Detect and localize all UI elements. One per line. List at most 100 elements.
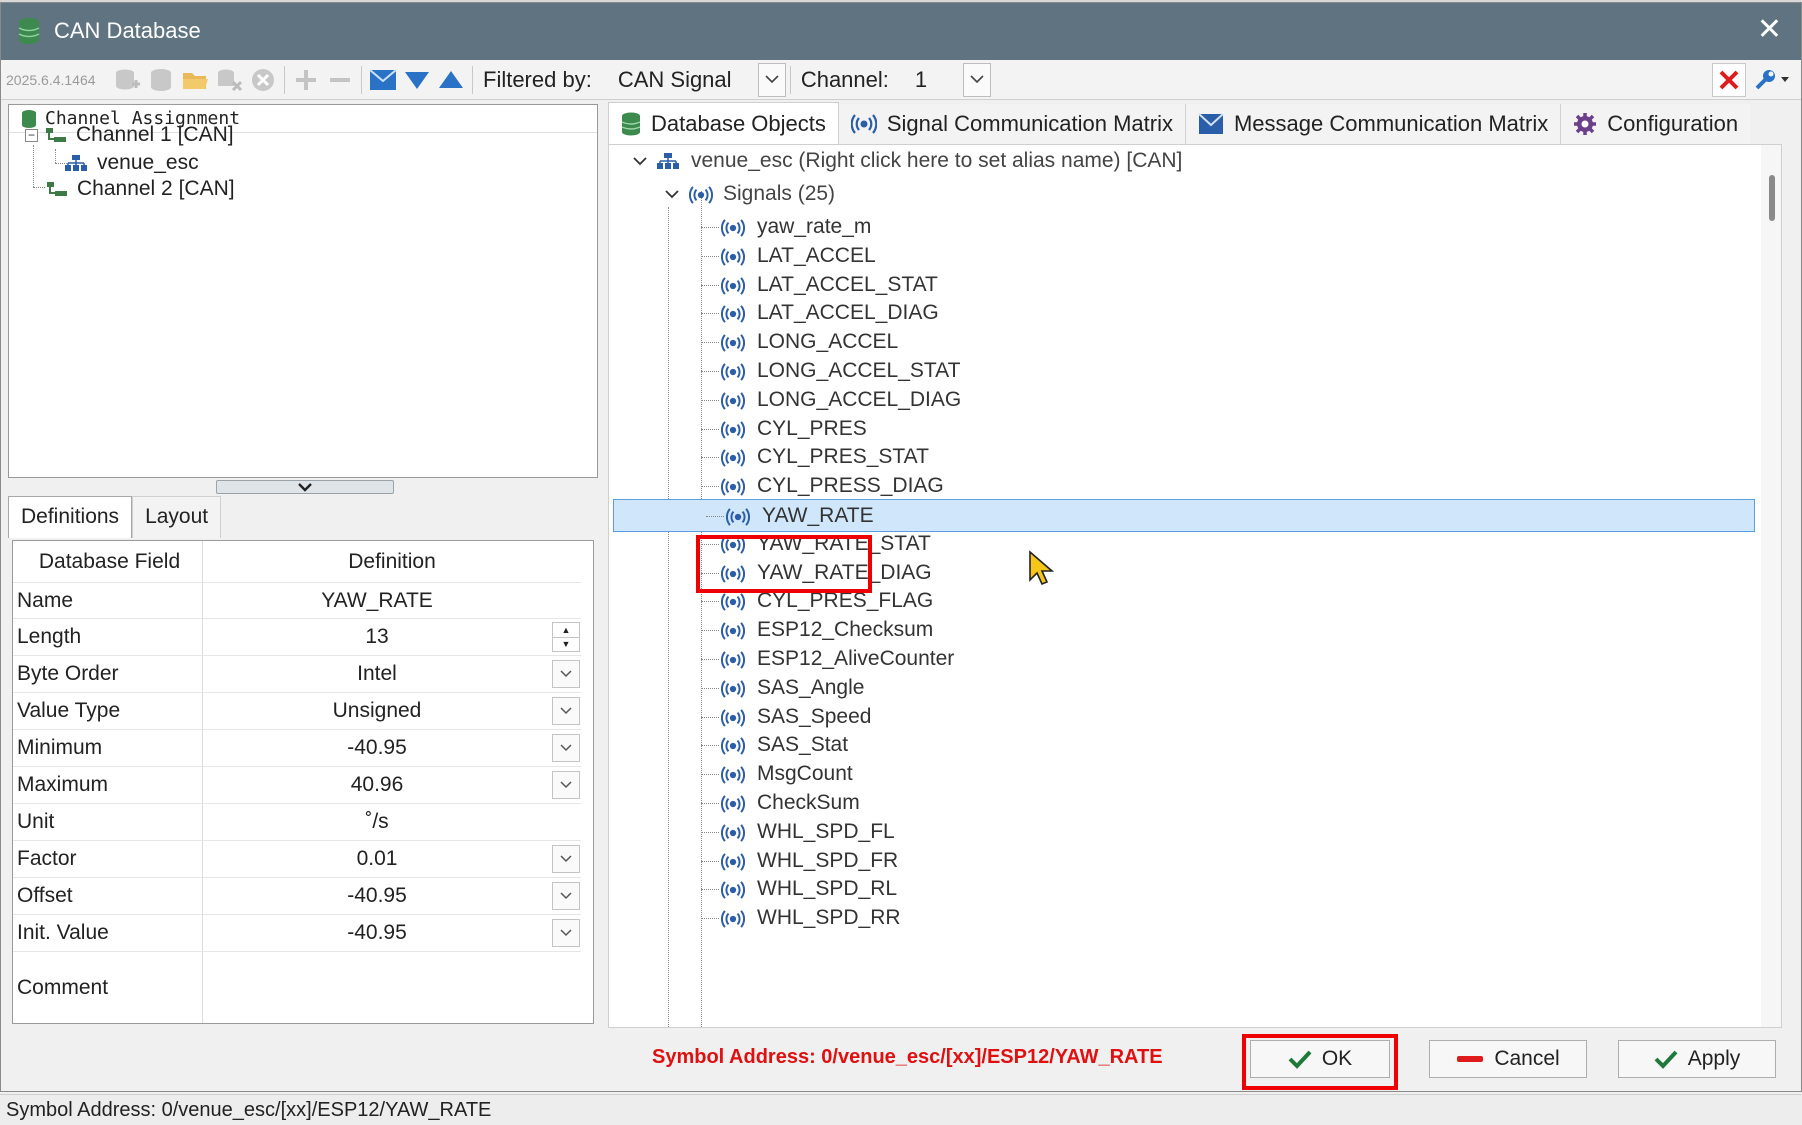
chevron-down-icon[interactable] xyxy=(665,190,679,199)
grid-row-value-type[interactable]: Value Type Unsigned xyxy=(13,693,581,730)
close-window-button[interactable]: ✕ xyxy=(1757,15,1782,45)
tab-layout[interactable]: Layout xyxy=(132,496,222,538)
chevron-down-icon[interactable] xyxy=(552,919,580,947)
signal-item[interactable]: WHL_SPD_RR xyxy=(609,902,1759,935)
tree-item-venue-esc[interactable]: venue_esc xyxy=(65,151,199,175)
signal-icon xyxy=(689,186,713,204)
toolbar-right-group xyxy=(1712,63,1794,97)
remove-database-icon[interactable] xyxy=(212,65,246,95)
panel-splitter-handle[interactable] xyxy=(216,480,394,494)
tab-database-objects[interactable]: Database Objects xyxy=(608,102,839,144)
tree-line xyxy=(33,145,34,187)
field-value[interactable]: ˚/s xyxy=(203,804,551,840)
field-value[interactable]: 0.01 xyxy=(203,841,551,877)
tree-item-channel-1[interactable]: − Channel 1 [CAN] xyxy=(25,123,234,147)
field-value[interactable]: Unsigned xyxy=(203,693,551,729)
grid-row-comment[interactable]: Comment xyxy=(13,952,581,1023)
tab-definitions[interactable]: Definitions xyxy=(8,496,133,538)
grid-row-length[interactable]: Length 13 ▲ ▼ xyxy=(13,619,581,656)
field-value[interactable]: 13 xyxy=(203,619,551,655)
tab-message-communication-matrix[interactable]: Message Communication Matrix xyxy=(1185,104,1562,144)
signal-label: ESP12_Checksum xyxy=(757,618,934,642)
signal-label: LONG_ACCEL_STAT xyxy=(757,359,961,382)
envelope-icon[interactable] xyxy=(366,65,400,95)
grid-row-byte-order[interactable]: Byte Order Intel xyxy=(13,656,581,693)
check-icon xyxy=(1654,1050,1678,1069)
tree-line xyxy=(701,630,719,632)
vertical-scrollbar[interactable] xyxy=(1761,145,1781,1027)
add-database-icon[interactable] xyxy=(110,65,144,95)
grid-row-name[interactable]: Name YAW_RATE xyxy=(13,583,581,619)
chevron-down-icon[interactable] xyxy=(552,734,580,762)
clear-filter-button[interactable] xyxy=(1712,63,1746,97)
field-value[interactable]: 40.96 xyxy=(203,767,551,803)
tree-line xyxy=(701,601,719,603)
tab-label: Message Communication Matrix xyxy=(1233,111,1549,136)
length-spinner[interactable]: ▲ ▼ xyxy=(552,622,580,652)
apply-button[interactable]: Apply xyxy=(1618,1040,1776,1078)
signal-label: CYL_PRES_STAT xyxy=(757,445,929,469)
signal-label: LAT_ACCEL_STAT xyxy=(757,272,938,296)
arrow-down-icon[interactable] xyxy=(400,65,434,95)
close-circle-icon[interactable] xyxy=(246,65,280,95)
field-value[interactable]: -40.95 xyxy=(203,730,551,766)
chevron-down-icon[interactable] xyxy=(552,845,580,873)
minus-icon[interactable] xyxy=(323,65,357,95)
spin-down-icon[interactable]: ▼ xyxy=(553,638,579,652)
tree-line xyxy=(701,918,719,920)
field-value[interactable]: YAW_RATE xyxy=(203,583,551,618)
tree-item-channel-2[interactable]: Channel 2 [CAN] xyxy=(45,177,235,201)
open-folder-icon[interactable] xyxy=(178,65,212,95)
tab-configuration[interactable]: Configuration xyxy=(1561,104,1751,144)
grid-row-offset[interactable]: Offset -40.95 xyxy=(13,878,581,915)
chevron-down-icon[interactable] xyxy=(633,157,647,166)
field-value[interactable] xyxy=(203,952,551,1023)
signal-label: ESP12_AliveCounter xyxy=(757,647,955,670)
signal-label: SAS_Speed xyxy=(757,704,872,728)
chevron-down-icon[interactable] xyxy=(962,62,991,97)
tab-signal-communication-matrix[interactable]: Signal Communication Matrix xyxy=(838,104,1186,144)
toolbar: 2025.6.4.1464 Filtered by: CAN Signal Ch… xyxy=(0,60,1802,100)
database-icon[interactable] xyxy=(144,65,178,95)
tree-line xyxy=(701,371,719,372)
grid-row-minimum[interactable]: Minimum -40.95 xyxy=(13,730,581,767)
network-icon xyxy=(65,155,87,171)
filter-value: CAN Signal xyxy=(617,66,732,92)
signal-label: LONG_ACCEL xyxy=(757,330,899,354)
chevron-down-icon[interactable] xyxy=(552,660,580,688)
field-value[interactable]: Intel xyxy=(203,656,551,692)
tree-line xyxy=(701,313,719,315)
grid-row-factor[interactable]: Factor 0.01 xyxy=(13,841,581,878)
chevron-down-icon[interactable] xyxy=(552,771,580,799)
field-value[interactable]: -40.95 xyxy=(203,915,551,951)
tree-line xyxy=(706,516,724,517)
grid-row-unit[interactable]: Unit ˚/s xyxy=(13,804,581,841)
tree-line xyxy=(701,227,719,228)
chevron-down-icon[interactable] xyxy=(757,62,786,97)
cancel-button[interactable]: Cancel xyxy=(1429,1040,1587,1078)
tree-line xyxy=(701,831,719,833)
tree-group-signals[interactable]: Signals (25) xyxy=(609,178,1759,211)
grid-row-maximum[interactable]: Maximum 40.96 xyxy=(13,767,581,804)
filter-combobox[interactable]: CAN Signal xyxy=(600,62,786,97)
status-bar: Symbol Address: 0/venue_esc/[xx]/ESP12/Y… xyxy=(0,1094,1802,1125)
tree-line xyxy=(701,687,719,689)
channel-combobox[interactable]: 1 xyxy=(897,62,991,97)
tab-label: Configuration xyxy=(1607,111,1739,136)
tree-line xyxy=(55,149,56,163)
field-value[interactable]: -40.95 xyxy=(203,878,551,914)
cancel-button-label: Cancel xyxy=(1494,1047,1560,1070)
chevron-down-icon[interactable] xyxy=(552,882,580,910)
grid-row-init-value[interactable]: Init. Value -40.95 xyxy=(13,915,581,952)
wrench-icon[interactable] xyxy=(1750,65,1794,95)
scrollbar-thumb[interactable] xyxy=(1769,175,1775,221)
tree-root-venue-esc[interactable]: venue_esc (Right click here to set alias… xyxy=(609,145,1759,178)
chevron-down-icon[interactable] xyxy=(552,697,580,725)
signal-label: WHL_SPD_FR xyxy=(757,848,899,872)
channel-value: 1 xyxy=(914,66,928,92)
spin-up-icon[interactable]: ▲ xyxy=(553,623,579,638)
collapse-icon[interactable]: − xyxy=(25,128,38,142)
field-label: Byte Order xyxy=(13,656,203,692)
arrow-up-icon[interactable] xyxy=(434,65,468,95)
plus-icon[interactable] xyxy=(289,65,323,95)
